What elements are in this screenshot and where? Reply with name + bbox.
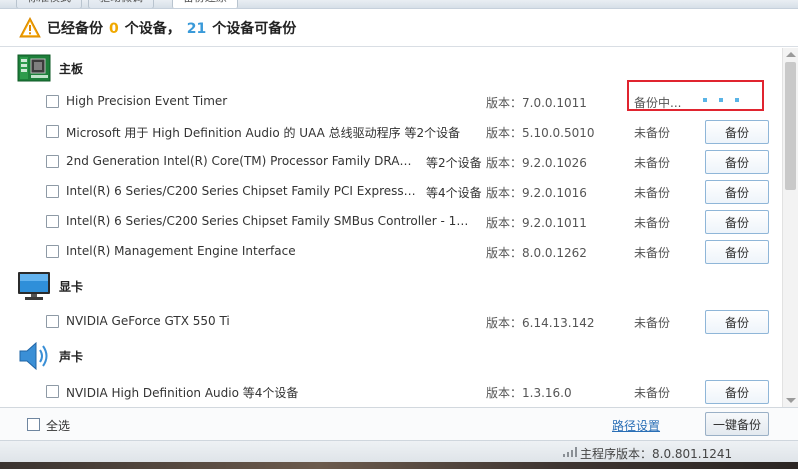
device-row: Intel(R) Management Engine Interface 版本：… — [0, 237, 782, 267]
device-status: 未备份 — [634, 216, 671, 230]
device-status: 未备份 — [634, 316, 671, 330]
device-row: Intel(R) 6 Series/C200 Series Chipset Fa… — [0, 207, 782, 237]
backed-count: 0 — [109, 20, 119, 37]
device-version: 版本：1.3.16.0 — [486, 386, 572, 400]
backup-progress-indicator — [703, 98, 739, 102]
scroll-down-arrow-icon[interactable] — [786, 398, 796, 403]
path-settings-link[interactable]: 路径设置 — [612, 417, 660, 434]
scroll-thumb[interactable] — [785, 62, 796, 190]
device-version: 版本：5.10.0.5010 — [486, 126, 595, 140]
one-click-backup-button[interactable]: 一键备份 — [705, 412, 769, 436]
tab-backup-restore[interactable]: 备份还原 — [172, 0, 238, 8]
device-row: Microsoft 用于 High Definition Audio 的 UAA… — [0, 117, 782, 147]
category-label-graphics: 显卡 — [59, 279, 84, 294]
summary-suffix: 个设备可备份 — [212, 20, 297, 37]
desktop-background — [0, 462, 798, 469]
category-sound: 声卡 — [17, 341, 83, 371]
backup-button[interactable]: 备份 — [705, 180, 769, 204]
device-row: NVIDIA GeForce GTX 550 Ti 版本：6.14.13.142… — [0, 307, 782, 337]
device-checkbox[interactable] — [46, 185, 59, 198]
category-label-motherboard: 主板 — [59, 61, 84, 76]
device-name: NVIDIA High Definition Audio 等4个设备 — [66, 386, 299, 400]
device-checkbox[interactable] — [46, 95, 59, 108]
summary-text: 已经备份 0 个设备， 21 个设备可备份 — [47, 18, 296, 38]
device-status: 未备份 — [634, 156, 671, 170]
backup-button[interactable]: 备份 — [705, 240, 769, 264]
device-version: 版本：8.0.0.1262 — [486, 246, 587, 260]
speaker-icon — [19, 341, 48, 371]
backup-button[interactable]: 备份 — [705, 120, 769, 144]
device-checkbox[interactable] — [46, 385, 59, 398]
device-checkbox[interactable] — [46, 155, 59, 168]
scroll-up-arrow-icon[interactable] — [786, 52, 796, 57]
device-name: High Precision Event Timer — [66, 94, 228, 108]
device-row: NVIDIA High Definition Audio 等4个设备 版本：1.… — [0, 377, 782, 407]
device-version: 版本：9.2.0.1026 — [486, 156, 587, 170]
warning-icon — [19, 16, 41, 37]
tab-driver-tweak[interactable]: 驱动微调 — [88, 0, 154, 8]
device-name: Microsoft 用于 High Definition Audio 的 UAA… — [66, 126, 461, 140]
device-checkbox[interactable] — [46, 125, 59, 138]
list-scrollbar[interactable] — [782, 48, 798, 407]
summary-prefix: 已经备份 — [47, 20, 103, 37]
device-row: Intel(R) 6 Series/C200 Series Chipset Fa… — [0, 177, 782, 207]
footer-bar: 全选 路径设置 一键备份 — [0, 407, 798, 440]
device-status: 未备份 — [634, 386, 671, 400]
signal-icon — [563, 447, 577, 457]
device-name: Intel(R) 6 Series/C200 Series Chipset Fa… — [66, 184, 416, 198]
device-checkbox[interactable] — [46, 215, 59, 228]
tab-standard-mode[interactable]: 标准模式 — [16, 0, 82, 8]
device-version: 版本：6.14.13.142 — [486, 316, 595, 330]
device-name: 2nd Generation Intel(R) Core(TM) Process… — [66, 154, 416, 168]
device-count: 等4个设备 — [426, 186, 482, 200]
summary-mid: 个设备， — [124, 20, 181, 37]
device-name: NVIDIA GeForce GTX 550 Ti — [66, 314, 230, 328]
device-status: 未备份 — [634, 186, 671, 200]
select-all-checkbox[interactable] — [27, 418, 40, 431]
backup-button[interactable]: 备份 — [705, 310, 769, 334]
backup-button[interactable]: 备份 — [705, 210, 769, 234]
device-version: 版本：7.0.0.1011 — [486, 96, 587, 110]
backup-button[interactable]: 备份 — [705, 380, 769, 404]
highlight-box — [627, 80, 764, 111]
category-graphics: 显卡 — [17, 271, 83, 301]
device-checkbox[interactable] — [46, 315, 59, 328]
device-status: 未备份 — [634, 126, 671, 140]
tab-strip: 标准模式 驱动微调 备份还原 — [0, 0, 798, 9]
backup-summary: 已经备份 0 个设备， 21 个设备可备份 — [0, 9, 798, 47]
device-version: 版本：9.2.0.1011 — [486, 216, 587, 230]
device-name: Intel(R) Management Engine Interface — [66, 244, 296, 258]
status-bar: 主程序版本：8.0.801.1241 — [0, 440, 798, 462]
device-row: 2nd Generation Intel(R) Core(TM) Process… — [0, 147, 782, 177]
category-label-sound: 声卡 — [59, 349, 84, 364]
device-name: Intel(R) 6 Series/C200 Series Chipset Fa… — [66, 214, 476, 228]
select-all-label[interactable]: 全选 — [46, 417, 70, 434]
device-count: 等2个设备 — [426, 156, 482, 170]
backup-button[interactable]: 备份 — [705, 150, 769, 174]
available-count: 21 — [186, 20, 207, 37]
device-status: 未备份 — [634, 246, 671, 260]
device-checkbox[interactable] — [46, 245, 59, 258]
monitor-icon — [18, 272, 50, 300]
device-version: 版本：9.2.0.1016 — [486, 186, 587, 200]
motherboard-icon — [17, 54, 51, 82]
program-version: 主程序版本：8.0.801.1241 — [580, 447, 733, 461]
category-motherboard: 主板 — [17, 53, 83, 83]
